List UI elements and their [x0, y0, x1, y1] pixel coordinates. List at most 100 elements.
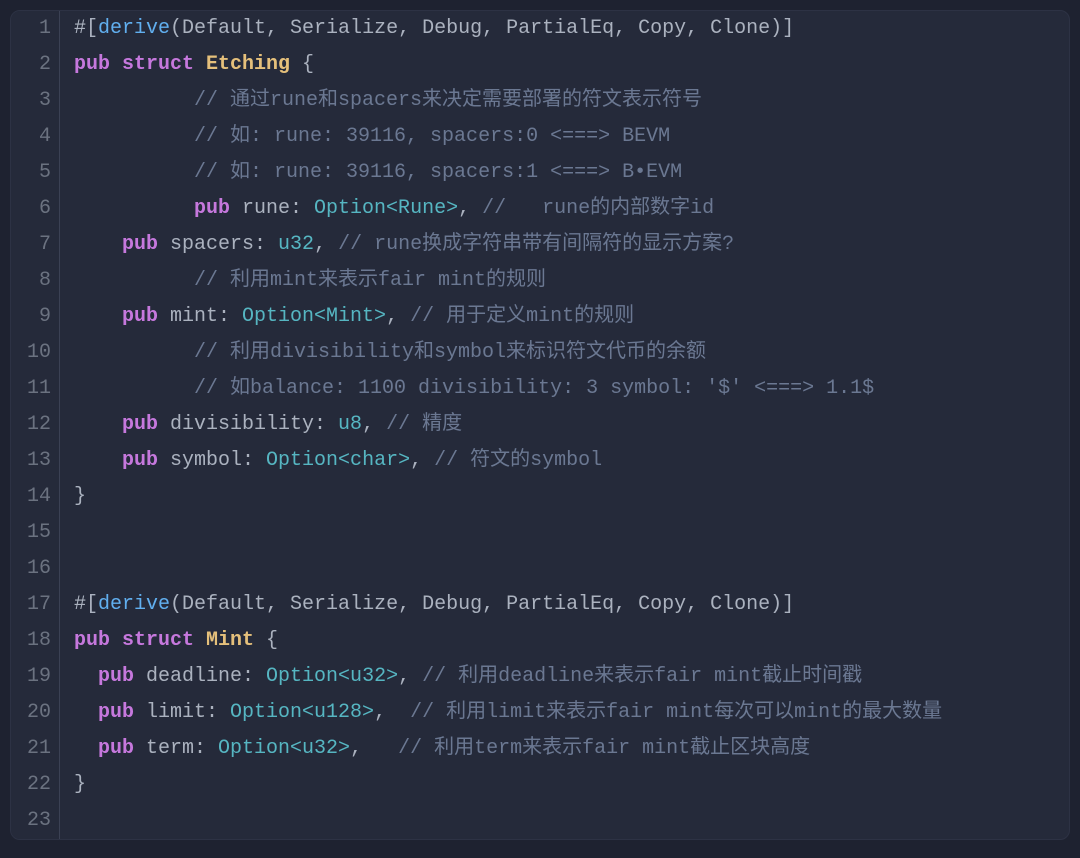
t: , [386, 305, 398, 328]
line-number: 22 [11, 767, 60, 803]
code-content: #[derive(Default, Serialize, Debug, Part… [60, 11, 794, 47]
code-line-14: 14 } [11, 479, 1069, 515]
t: limit: [134, 701, 230, 724]
code-line-7: 7 pub spacers: u32, // rune换成字符串带有间隔符的显示… [11, 227, 1069, 263]
code-content: } [60, 479, 86, 515]
code-line-13: 13 pub symbol: Option<char>, // 符文的symbo… [11, 443, 1069, 479]
line-number: 1 [11, 11, 60, 47]
t: pub [74, 629, 110, 652]
code-line-1: 1 #[derive(Default, Serialize, Debug, Pa… [11, 11, 1069, 47]
t: (Default, Serialize, Debug, PartialEq, C… [170, 17, 794, 40]
line-number: 15 [11, 515, 60, 551]
code-line-8: 8 // 利用mint来表示fair mint的规则 [11, 263, 1069, 299]
t: mint: [158, 305, 242, 328]
line-number: 20 [11, 695, 60, 731]
code-line-2: 2 pub struct Etching { [11, 47, 1069, 83]
line-number: 8 [11, 263, 60, 299]
t: divisibility: [158, 413, 338, 436]
t: Option<char> [266, 449, 410, 472]
t: pub [74, 413, 158, 436]
code-content: // 如: rune: 39116, spacers:0 <===> BEVM [60, 119, 670, 155]
line-number: 16 [11, 551, 60, 587]
code-line-4: 4 // 如: rune: 39116, spacers:0 <===> BEV… [11, 119, 1069, 155]
t: Option<Rune> [314, 197, 458, 220]
code-line-18: 18 pub struct Mint { [11, 623, 1069, 659]
t: // 利用divisibility和symbol来标识符文代币的余额 [74, 341, 706, 364]
t: { [254, 629, 278, 652]
t: term: [134, 737, 218, 760]
code-line-20: 20 pub limit: Option<u128>, // 利用limit来表… [11, 695, 1069, 731]
line-number: 19 [11, 659, 60, 695]
t: Mint [194, 629, 254, 652]
line-number: 5 [11, 155, 60, 191]
t: // 符文的symbol [422, 449, 602, 472]
code-line-6: 6 pub rune: Option<Rune>, // rune的内部数字id [11, 191, 1069, 227]
code-block: 1 #[derive(Default, Serialize, Debug, Pa… [10, 10, 1070, 840]
code-line-11: 11 // 如balance: 1100 divisibility: 3 sym… [11, 371, 1069, 407]
code-content: // 利用divisibility和symbol来标识符文代币的余额 [60, 335, 706, 371]
t: , [374, 701, 386, 724]
code-line-23: 23 [11, 803, 1069, 839]
t: , [350, 737, 362, 760]
line-number: 18 [11, 623, 60, 659]
code-line-12: 12 pub divisibility: u8, // 精度 [11, 407, 1069, 443]
t: pub [74, 737, 134, 760]
line-number: 9 [11, 299, 60, 335]
code-content: pub term: Option<u32>, // 利用term来表示fair … [60, 731, 810, 767]
t: , [410, 449, 422, 472]
t: // rune的内部数字id [470, 197, 714, 220]
code-content: pub limit: Option<u128>, // 利用limit来表示fa… [60, 695, 942, 731]
t: // 利用mint来表示fair mint的规则 [74, 269, 546, 292]
code-content [60, 515, 74, 551]
t: // 利用limit来表示fair mint每次可以mint的最大数量 [386, 701, 942, 724]
code-line-3: 3 // 通过rune和spacers来决定需要部署的符文表示符号 [11, 83, 1069, 119]
t: Option<Mint> [242, 305, 386, 328]
line-number: 10 [11, 335, 60, 371]
t: pub [74, 449, 158, 472]
code-content: pub struct Etching { [60, 47, 314, 83]
t: // rune换成字符串带有间隔符的显示方案? [326, 233, 734, 256]
t: pub [74, 53, 110, 76]
t: #[ [74, 593, 98, 616]
t: rune: [230, 197, 314, 220]
code-line-10: 10 // 利用divisibility和symbol来标识符文代币的余额 [11, 335, 1069, 371]
t: pub [74, 197, 230, 220]
t: Option<u32> [218, 737, 350, 760]
t: deadline: [134, 665, 266, 688]
t: Etching [194, 53, 290, 76]
t: , [458, 197, 470, 220]
line-number: 2 [11, 47, 60, 83]
code-content: // 如balance: 1100 divisibility: 3 symbol… [60, 371, 874, 407]
t: u8 [338, 413, 362, 436]
t: struct [110, 53, 194, 76]
code-content [60, 551, 74, 587]
t: symbol: [158, 449, 266, 472]
t: // 用于定义mint的规则 [398, 305, 634, 328]
line-number: 7 [11, 227, 60, 263]
line-number: 3 [11, 83, 60, 119]
code-line-19: 19 pub deadline: Option<u32>, // 利用deadl… [11, 659, 1069, 695]
code-content: } [60, 767, 86, 803]
t: Option<u128> [230, 701, 374, 724]
t: // 精度 [374, 413, 462, 436]
line-number: 6 [11, 191, 60, 227]
t: // 利用term来表示fair mint截止区块高度 [362, 737, 810, 760]
t: u32 [278, 233, 314, 256]
t: , [314, 233, 326, 256]
t: // 通过rune和spacers来决定需要部署的符文表示符号 [74, 89, 702, 112]
t: // 如balance: 1100 divisibility: 3 symbol… [74, 377, 874, 400]
t: pub [74, 701, 134, 724]
line-number: 17 [11, 587, 60, 623]
t: // 利用deadline来表示fair mint截止时间戳 [410, 665, 862, 688]
code-line-21: 21 pub term: Option<u32>, // 利用term来表示fa… [11, 731, 1069, 767]
code-line-17: 17 #[derive(Default, Serialize, Debug, P… [11, 587, 1069, 623]
t: } [74, 773, 86, 796]
line-number: 23 [11, 803, 60, 839]
code-line-15: 15 [11, 515, 1069, 551]
line-number: 14 [11, 479, 60, 515]
line-number: 4 [11, 119, 60, 155]
t: derive [98, 593, 170, 616]
t: pub [74, 665, 134, 688]
t: spacers: [158, 233, 278, 256]
code-content: // 通过rune和spacers来决定需要部署的符文表示符号 [60, 83, 702, 119]
